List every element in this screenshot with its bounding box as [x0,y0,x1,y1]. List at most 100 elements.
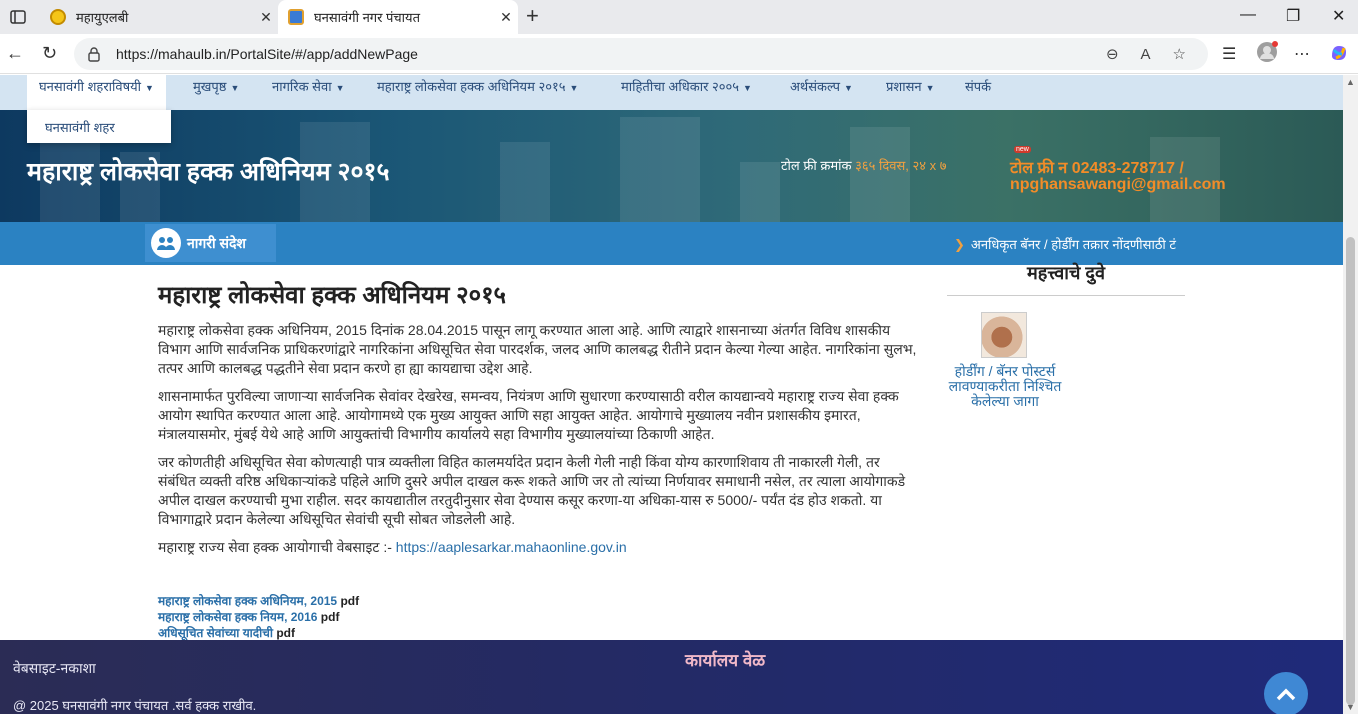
pdf-link-services-list[interactable]: अधिसूचित सेवांच्या यादीची [158,626,273,640]
tab-mahaulb[interactable]: महायुएलबी ✕ [40,0,278,34]
nav-public-services-act[interactable]: महाराष्ट्र लोकसेवा हक्क अधिनियम २०१५ ▼ [365,75,590,110]
address-toolbar: ← ↻ https://mahaulb.in/PortalSite/#/app/… [0,34,1358,74]
site-info-icon[interactable] [86,46,102,62]
profile-avatar[interactable] [1256,41,1278,68]
nav-label: मुखपृष्ठ [193,79,227,94]
close-window-icon[interactable]: ✕ [1332,6,1345,26]
tab-title: घनसावंगी नगर पंचायत [314,10,420,25]
dropdown-item-city[interactable]: घनसावंगी शहर [45,118,115,136]
browser-tab-bar: महायुएलबी ✕ घनसावंगी नगर पंचायत ✕ + — ❐ … [0,0,1358,34]
nav-label: माहितीचा अधिकार २००५ [621,79,740,94]
nav-label: प्रशासन [886,79,922,94]
nav-budget[interactable]: अर्थसंकल्प ▼ [778,75,865,110]
nav-label: घनसावंगी शहराविषयी [39,79,142,94]
mahaulb-favicon-icon [50,9,66,25]
nav-contact[interactable]: संपर्क [953,75,1003,110]
minimize-icon[interactable]: — [1240,6,1256,24]
header-banner: महाराष्ट्र लोकसेवा हक्क अधिनियम २०१५ टोल… [0,110,1343,222]
address-bar[interactable]: https://mahaulb.in/PortalSite/#/app/addN… [74,38,1208,70]
paragraph: महाराष्ट्र लोकसेवा हक्क अधिनियम, 2015 दि… [158,322,917,376]
pdf-link-act-2015[interactable]: महाराष्ट्र लोकसेवा हक्क अधिनियम, 2015 [158,594,337,608]
tab-actions-icon[interactable] [8,7,28,27]
page-scrollbar[interactable]: ▲ ▼ [1343,75,1358,714]
scroll-to-top-button[interactable] [1264,672,1308,714]
sitemap-link[interactable]: वेबसाइट-नकाशा [13,659,96,678]
page-title: महाराष्ट्र लोकसेवा हक्क अधिनियम २०१५ [158,282,507,309]
toll-free-hours: ३६५ दिवस, २४ x ७ [855,158,947,173]
office-hours-heading: कार्यालय वेळ [685,651,766,670]
main-content: महाराष्ट्र लोकसेवा हक्क अधिनियम २०१५ महा… [158,278,920,566]
url-text[interactable]: https://mahaulb.in/PortalSite/#/app/addN… [116,46,1106,62]
caret-down-icon: ▼ [145,83,154,93]
news-ticker-bar: नागरी संदेश ❯ अनधिकृत बॅनर / होर्डींग तक्… [0,222,1343,265]
nav-label: महाराष्ट्र लोकसेवा हक्क अधिनियम २०१५ [377,79,566,94]
reload-icon[interactable]: ↻ [42,43,57,63]
pdf-link-rules-2016[interactable]: महाराष्ट्र लोकसेवा हक्क नियम, 2016 [158,610,317,624]
more-menu-icon[interactable]: ⋯ [1294,44,1310,64]
toll-free-text: टोल फ्री क्रमांक [781,158,852,173]
caret-down-icon: ▼ [230,83,240,93]
toll-free-label: टोल फ्री क्रमांक ३६५ दिवस, २४ x ७ [781,156,947,174]
users-group-icon [151,228,181,258]
page-viewport: घनसावंगी शहराविषयी ▼ मुखपृष्ठ ▼ नागरिक सेव… [0,75,1343,714]
scroll-up-arrow-icon[interactable]: ▲ [1346,77,1355,87]
nav-label: संपर्क [965,79,992,94]
scrollbar-thumb[interactable] [1346,237,1355,705]
paragraph: शासनामार्फत पुरविल्या जाणाऱ्या सार्वजनिक… [158,388,899,442]
pdf-link-item: महाराष्ट्र लोकसेवा हक्क नियम, 2016 pdf [158,609,359,625]
website-line: महाराष्ट्र राज्य सेवा हक्क आयोगाची वेबसा… [158,538,920,557]
nav-about-city[interactable]: घनसावंगी शहराविषयी ▼ [27,75,166,110]
commission-website-link[interactable]: https://aaplesarkar.mahaonline.gov.in [396,539,627,555]
contact-email[interactable]: npghansawangi@gmail.com [1010,176,1226,194]
skyline-building [850,127,910,222]
scroll-down-arrow-icon[interactable]: ▼ [1346,702,1355,712]
caret-down-icon: ▼ [743,83,752,93]
skyline-building [740,162,780,222]
about-city-dropdown: घनसावंगी शहर [27,110,171,143]
close-tab-icon[interactable]: ✕ [254,9,278,26]
favorite-star-icon[interactable]: ☆ [1173,45,1186,63]
read-aloud-icon[interactable]: A [1141,46,1151,63]
tab-ghansawangi[interactable]: घनसावंगी नगर पंचायत ✕ [278,0,518,34]
copilot-icon[interactable] [1328,42,1350,69]
copyright-text: @ 2025 घनसावंगी नगर पंचायत .सर्व हक्क रा… [13,698,257,713]
pdf-suffix: pdf [340,594,360,608]
pdf-link-item: महाराष्ट्र लोकसेवा हक्क अधिनियम, 2015 pd… [158,593,359,609]
favorites-icon[interactable]: ☰ [1222,44,1236,64]
nav-home[interactable]: मुखपृष्ठ ▼ [181,75,251,110]
news-label: नागरी संदेश [145,224,276,262]
banner-title: महाराष्ट्र लोकसेवा हक्क अधिनियम २०१५ [27,158,390,186]
ticker-text[interactable]: अनधिकृत बॅनर / होर्डींग तक्रार नोंदणीसाठ… [971,237,1176,252]
nav-rti[interactable]: माहितीचा अधिकार २००५ ▼ [609,75,764,110]
pdf-suffix: pdf [276,626,295,640]
caret-down-icon: ▼ [843,83,853,93]
new-tab-plus-icon[interactable]: + [526,5,539,27]
important-links-sidebar: महत्त्वाचे दुवे होर्डींग / बॅनर पोस्टर्स… [947,261,1185,409]
chevron-up-icon [1276,688,1296,701]
news-label-text: नागरी संदेश [187,234,246,251]
skyline-building [500,142,550,222]
chevron-right-icon: ❯ [954,237,965,252]
zoom-icon[interactable]: ⊖ [1106,45,1119,63]
news-ticker[interactable]: ❯ अनधिकृत बॅनर / होर्डींग तक्रार नोंदणीसा… [954,235,1176,253]
pdf-links-list: महाराष्ट्र लोकसेवा हक्क अधिनियम, 2015 pd… [158,593,359,641]
sidebar-heading: महत्त्वाचे दुवे [947,261,1185,296]
hoarding-thumbnail-image[interactable] [981,312,1027,358]
nav-label: नागरिक सेवा [272,79,332,94]
tab-title: महायुएलबी [76,10,129,25]
back-arrow-icon[interactable]: ← [6,43,24,63]
nav-label: अर्थसंकल्प [790,79,840,94]
hoarding-locations-link[interactable]: होर्डींग / बॅनर पोस्टर्स लावण्याकरीता नि… [947,364,1063,409]
toll-free-number[interactable]: टोल फ्री न 02483-278717 / [1010,156,1184,178]
nav-citizen-services[interactable]: नागरिक सेवा ▼ [260,75,357,110]
skyline-building [620,117,700,222]
top-navigation: घनसावंगी शहराविषयी ▼ मुखपृष्ठ ▼ नागरिक सेव… [0,75,1343,110]
new-badge: new [1014,146,1031,153]
nav-administration[interactable]: प्रशासन ▼ [874,75,947,110]
maximize-icon[interactable]: ❐ [1286,6,1300,26]
caret-down-icon: ▼ [335,83,345,93]
footer: वेबसाइट-नकाशा कार्यालय वेळ @ 2025 घनसावं… [0,640,1343,714]
close-tab-icon[interactable]: ✕ [494,9,518,26]
emblem-favicon-icon [288,9,304,25]
pdf-link-item: अधिसूचित सेवांच्या यादीची pdf [158,625,359,641]
